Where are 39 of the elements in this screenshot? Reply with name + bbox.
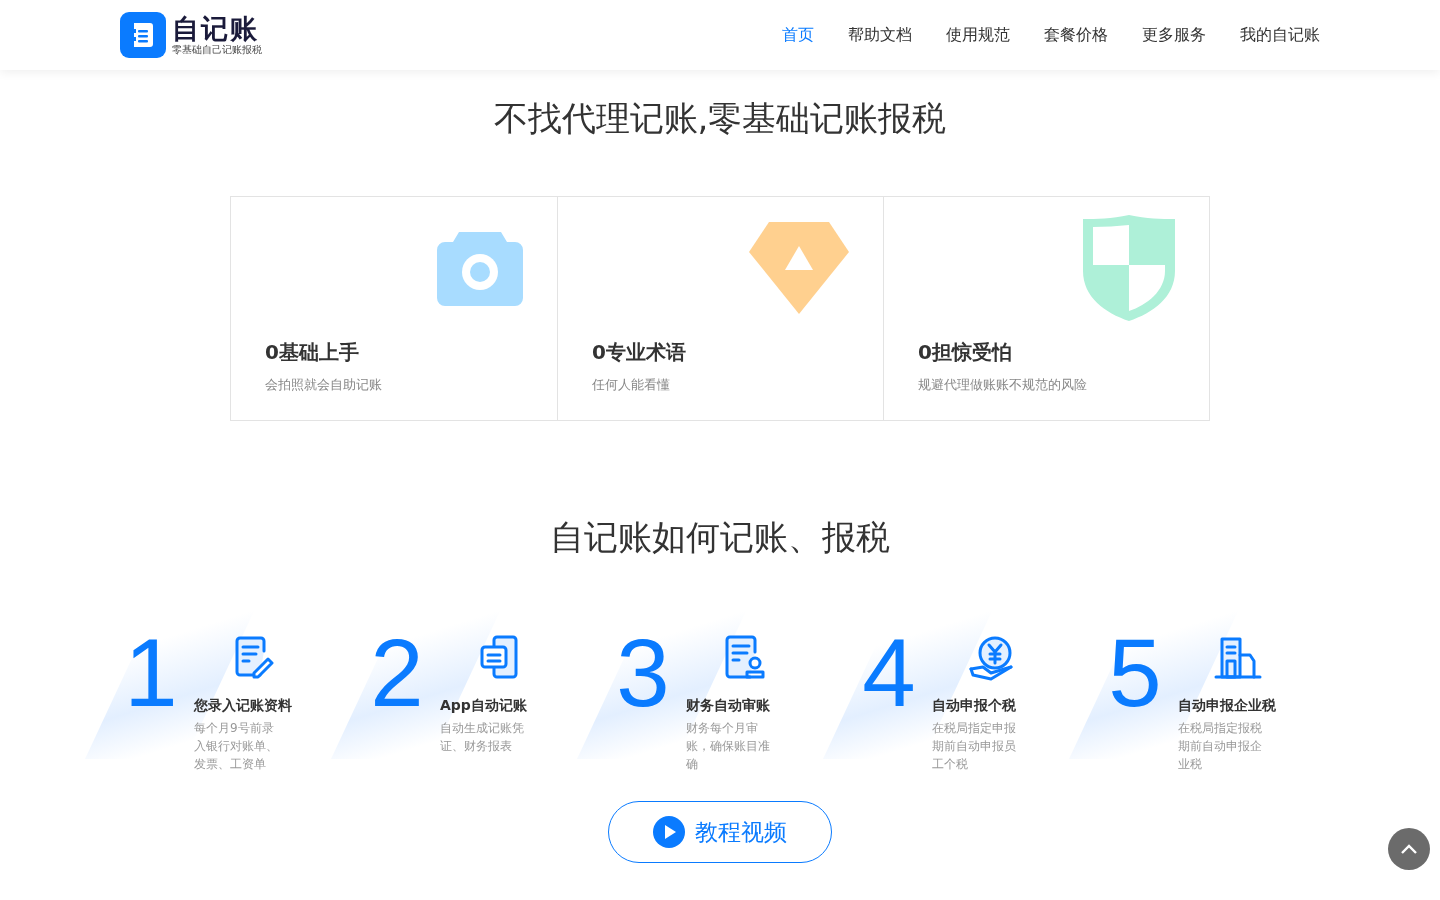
step-description: 在税局指定报税期前自动申报企业税 [1178, 720, 1263, 773]
chevron-up-icon [1400, 843, 1418, 855]
feature-title: 0专业术语 [592, 339, 687, 366]
nav-link[interactable]: 套餐价格 [1044, 24, 1108, 46]
section-title: 自记账如何记账、报税 [549, 516, 891, 559]
feature-description: 会拍照就会自助记账 [265, 376, 383, 394]
step-description: 自动生成记账凭证、财务报表 [440, 720, 525, 755]
step-number: 3 [615, 625, 671, 728]
logo-tagline: 零基础自己记账报税 [172, 44, 262, 56]
nav-link[interactable]: 帮助文档 [848, 24, 912, 46]
tutorial-video-button[interactable]: 教程视频 [608, 801, 832, 863]
step-number: 1 [123, 625, 179, 728]
logo-name: 自记账 [172, 14, 260, 44]
step-description: 在税局指定申报期前自动申报员工个税 [932, 720, 1017, 773]
step-number: 2 [369, 625, 425, 728]
nav-link[interactable]: 我的自记账 [1240, 24, 1320, 46]
feature-title: 0基础上手 [265, 339, 360, 366]
play-icon [653, 816, 685, 848]
nav-link[interactable]: 更多服务 [1142, 24, 1206, 46]
back-to-top-button[interactable] [1388, 828, 1430, 870]
shield-icon [1083, 215, 1175, 321]
step-title: 财务自动审账 [686, 697, 771, 715]
step-title: 自动申报个税 [932, 697, 1017, 715]
step-title: App自动记账 [440, 697, 528, 715]
step-title: 您录入记账资料 [194, 697, 292, 715]
step-description: 财务每个月审账，确保账目准确 [686, 720, 771, 773]
feature-title: 0担惊受怕 [918, 339, 1013, 366]
notepad-logo-icon [120, 12, 166, 58]
feature-description: 规避代理做账账不规范的风险 [918, 376, 1088, 394]
step-number: 5 [1107, 625, 1163, 728]
step-description: 每个月9号前录入银行对账单、发票、工资单 [194, 720, 279, 773]
section-title: 不找代理记账,零基础记账报税 [492, 97, 948, 140]
feature-description: 任何人能看懂 [592, 376, 671, 394]
nav-link[interactable]: 首页 [782, 24, 814, 46]
nav-link[interactable]: 使用规范 [946, 24, 1010, 46]
step-title: 自动申报企业税 [1178, 697, 1276, 715]
building-icon [1214, 635, 1262, 681]
gem-icon [749, 222, 849, 314]
step-number: 4 [861, 625, 917, 728]
